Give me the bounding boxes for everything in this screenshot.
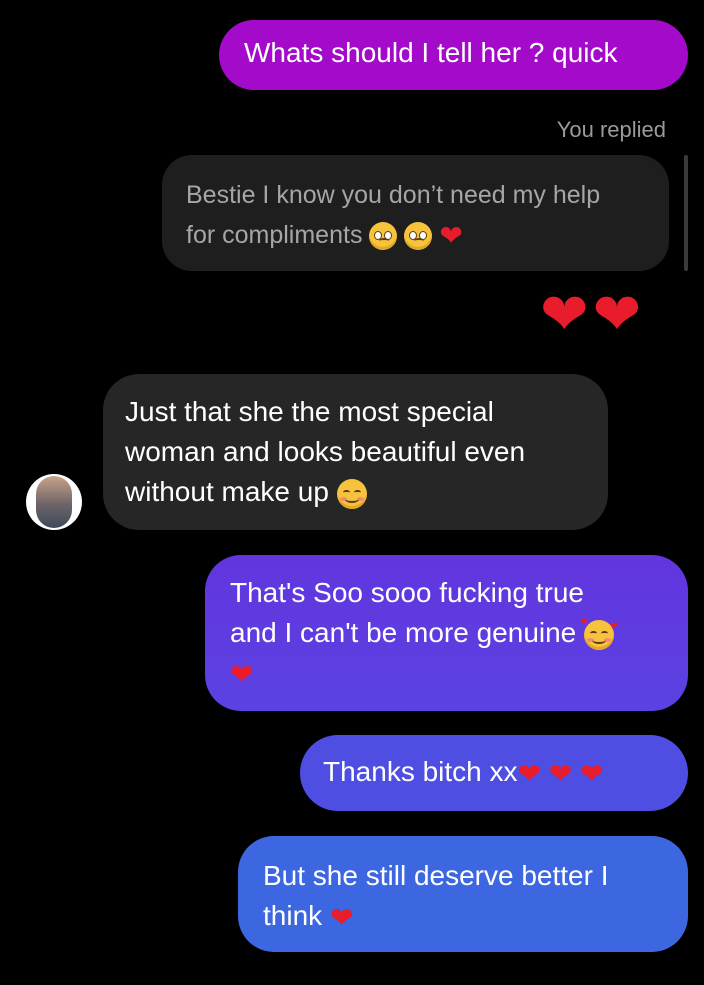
smiling-face-with-hearts-icon: ❤ ❤ [580,617,618,650]
heart-icon: ❤ [517,757,541,789]
message-text-line: Just that she the most special [125,396,494,427]
sent-message-bubble[interactable]: But she still deserve better I think ❤ [238,836,688,952]
message-text: Thanks bitch xx [323,756,518,787]
heart-reaction-icon: ❤❤ [540,282,646,347]
heart-icon: ❤ [230,658,254,690]
pleading-face-icon [369,222,398,251]
reply-quote-text-line: Bestie I know you don’t need my help [186,181,601,209]
reply-quote-bubble[interactable]: Bestie I know you don’t need my help for… [162,155,669,271]
reply-quote-text-line: for compliments [186,221,363,249]
sent-message-bubble[interactable]: Thanks bitch xx❤ ❤ ❤ [300,735,688,811]
message-text: Whats should I tell her ? quick [244,37,618,68]
heart-icon: ❤ [329,901,354,933]
heart-icon: ❤ [439,220,463,252]
message-text-line: woman and looks beautiful even [125,436,526,467]
message-text-line: That's Soo sooo fucking true [230,577,584,608]
message-text-line: and I can't be more genuine [230,617,577,648]
sent-message-bubble[interactable]: Whats should I tell her ? quick [219,20,688,90]
pleading-face-icon [404,222,433,251]
message-text-line: But she still deserve better I [263,860,609,891]
heart-icon: ❤ [548,757,573,789]
avatar-photo [36,476,72,528]
message-text-line: think [263,900,323,931]
avatar[interactable] [26,474,82,530]
smiling-face-icon [336,478,367,509]
heart-icon: ❤ [580,757,604,789]
replied-label: You replied [556,117,666,142]
reply-indicator-bar [684,155,688,271]
sent-message-bubble[interactable]: That's Soo sooo fucking true and I can't… [205,555,688,711]
received-message-bubble[interactable]: Just that she the most special woman and… [103,374,608,530]
message-text-line: without make up [125,476,329,507]
